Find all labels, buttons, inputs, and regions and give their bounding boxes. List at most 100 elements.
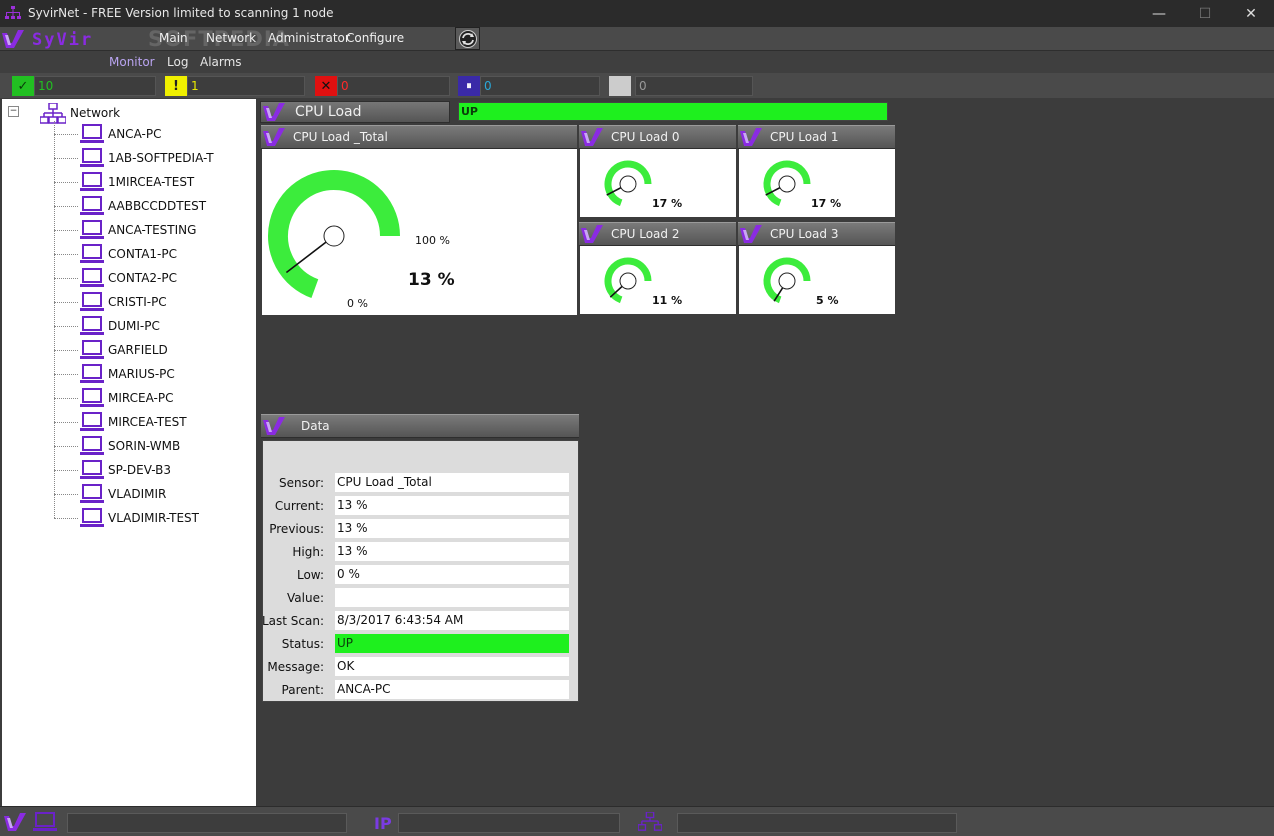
menu-main[interactable]: Main <box>159 31 188 45</box>
sensor-status-bar: UP <box>458 102 888 121</box>
tree-node[interactable]: ANCA-PC <box>54 123 244 145</box>
tree-node[interactable]: AABBCCDDTEST <box>54 195 244 217</box>
gauge-core1-value: 17 % <box>811 197 842 210</box>
syvir-mark-icon <box>2 811 30 836</box>
gauge-core0-title: CPU Load 0 <box>611 130 680 144</box>
maximize-button[interactable]: ☐ <box>1182 0 1228 27</box>
tree-node-label: MIRCEA-PC <box>108 391 174 405</box>
computer-icon <box>80 244 104 267</box>
gauge-core1-header[interactable]: CPU Load 1 <box>738 125 895 149</box>
tree-node[interactable]: 1MIRCEA-TEST <box>54 171 244 193</box>
minimize-button[interactable]: — <box>1136 0 1182 27</box>
tree-node-label: CONTA2-PC <box>108 271 177 285</box>
gauge-core3-header[interactable]: CPU Load 3 <box>738 222 895 246</box>
tree-node[interactable]: SP-DEV-B3 <box>54 459 244 481</box>
tree-node[interactable]: ANCA-TESTING <box>54 219 244 241</box>
data-row: Current: 13 % <box>263 496 580 516</box>
gauge-core2-title: CPU Load 2 <box>611 227 680 241</box>
monitor-area: CPU Load UP CPU Load _Total 100 % 0 % 13… <box>258 99 1274 806</box>
gauge-core3-panel: 5 % <box>739 246 895 314</box>
gauge-core1-title: CPU Load 1 <box>770 130 839 144</box>
data-value: CPU Load _Total <box>335 473 569 492</box>
data-value: 13 % <box>335 519 569 538</box>
tree-node[interactable]: MIRCEA-TEST <box>54 411 244 433</box>
tree-node[interactable]: CONTA2-PC <box>54 267 244 289</box>
tree-node[interactable]: MARIUS-PC <box>54 363 244 385</box>
close-button[interactable]: ✕ <box>1228 0 1274 27</box>
tree-node-label: CRISTI-PC <box>108 295 167 309</box>
sub-menu: Monitor Log Alarms <box>0 51 1274 73</box>
tree-connector <box>54 470 78 471</box>
data-value <box>335 588 569 607</box>
tree-node-label: MIRCEA-TEST <box>108 415 187 429</box>
collapse-toggle-icon[interactable]: − <box>8 106 19 117</box>
gauge-hub <box>778 175 796 193</box>
tab-alarms[interactable]: Alarms <box>200 55 242 69</box>
gauge-hub <box>619 272 637 290</box>
computer-icon <box>80 508 104 531</box>
warning-icon[interactable]: ! <box>165 76 187 96</box>
tree-node[interactable]: CRISTI-PC <box>54 291 244 313</box>
tree-connector <box>54 398 78 399</box>
tree-connector <box>54 302 78 303</box>
refresh-icon <box>458 29 477 48</box>
tree-node[interactable]: VLADIMIR <box>54 483 244 505</box>
ok-check-icon[interactable]: ✓ <box>12 76 34 96</box>
network-tree: − Network ANCA-PC 1AB-SOFTPEDIA-T 1MIRCEA-… <box>2 99 256 806</box>
gauge-core0-panel: 17 % <box>580 149 736 217</box>
menu-bar: SyVir SOFTPEDIA Main Network Administrat… <box>0 27 1274 51</box>
data-value: 0 % <box>335 565 569 584</box>
data-row: Value: <box>263 588 580 608</box>
bottom-network-field <box>677 813 957 833</box>
title-bar: SyvirNet - FREE Version limited to scann… <box>0 0 1274 27</box>
gauge-total-max-label: 100 % <box>415 234 450 247</box>
tree-connector <box>54 422 78 423</box>
syvir-mark-icon <box>579 224 607 247</box>
gauge-core2-header[interactable]: CPU Load 2 <box>579 222 736 246</box>
menu-configure[interactable]: Configure <box>346 31 404 45</box>
data-value: 13 % <box>335 542 569 561</box>
tab-monitor[interactable]: Monitor <box>109 55 155 69</box>
computer-icon <box>80 196 104 219</box>
computer-icon <box>80 364 104 387</box>
gauge-core2-value: 11 % <box>652 294 683 307</box>
bottom-computer-field <box>67 813 347 833</box>
gauge-core0-value: 17 % <box>652 197 683 210</box>
menu-administrator[interactable]: Administrator <box>268 31 350 45</box>
gauge-core0-header[interactable]: CPU Load 0 <box>579 125 736 149</box>
tree-node[interactable]: 1AB-SOFTPEDIA-T <box>54 147 244 169</box>
refresh-button[interactable] <box>455 27 480 50</box>
data-row: High: 13 % <box>263 542 580 562</box>
status-counters: ✓ 10 ! 1 ✕ 0 ⏸ 0 0 <box>0 73 1274 98</box>
tree-node-label: GARFIELD <box>108 343 168 357</box>
error-x-icon[interactable]: ✕ <box>315 76 337 96</box>
data-row: Last Scan: 8/3/2017 6:43:54 AM <box>261 611 580 631</box>
data-value: 8/3/2017 6:43:54 AM <box>335 611 569 630</box>
pause-icon[interactable]: ⏸ <box>458 76 480 96</box>
tree-node[interactable]: GARFIELD <box>54 339 244 361</box>
tree-node[interactable]: CONTA1-PC <box>54 243 244 265</box>
sensor-header[interactable]: CPU Load <box>260 101 450 123</box>
tree-connector <box>54 230 78 231</box>
paused-count: 0 <box>480 76 600 96</box>
tab-log[interactable]: Log <box>167 55 188 69</box>
data-panel-header[interactable]: Data <box>261 414 579 438</box>
syvir-mark-icon <box>738 224 766 247</box>
ip-icon: IP <box>374 814 392 833</box>
tree-node[interactable]: SORIN-WMB <box>54 435 244 457</box>
data-value: 13 % <box>335 496 569 515</box>
data-key: Last Scan: <box>261 614 324 628</box>
tree-connector <box>54 374 78 375</box>
tree-node[interactable]: DUMI-PC <box>54 315 244 337</box>
gauge-total-header[interactable]: CPU Load _Total <box>261 125 577 149</box>
unknown-status-icon[interactable] <box>609 76 631 96</box>
tree-node[interactable]: MIRCEA-PC <box>54 387 244 409</box>
gauge-core3-value: 5 % <box>816 294 839 307</box>
computer-icon <box>33 812 57 835</box>
data-key: Previous: <box>269 522 324 536</box>
warning-count: 1 <box>187 76 305 96</box>
menu-network[interactable]: Network <box>206 31 256 45</box>
tree-node[interactable]: VLADIMIR-TEST <box>54 507 244 529</box>
tree-node-label: VLADIMIR-TEST <box>108 511 199 525</box>
computer-icon <box>80 340 104 363</box>
